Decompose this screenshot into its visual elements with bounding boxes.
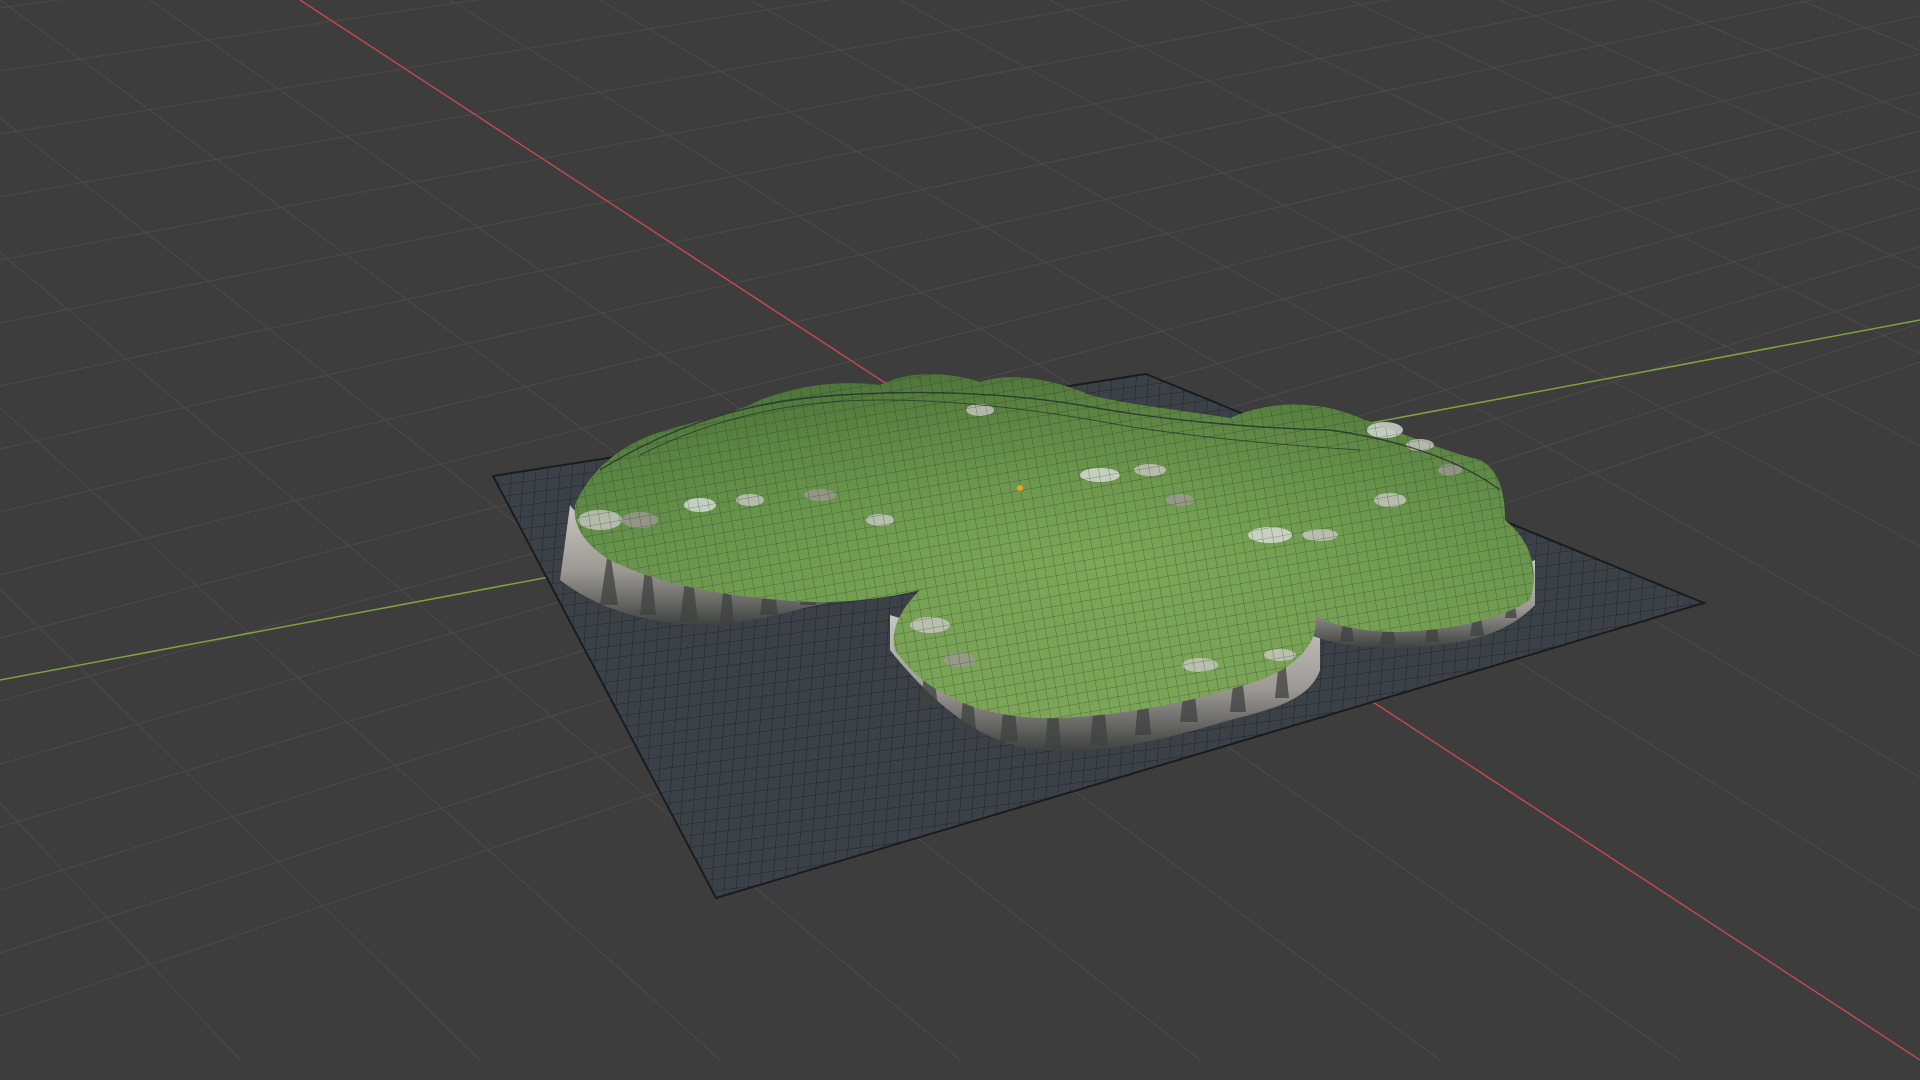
object-origin-marker[interactable] xyxy=(1017,485,1023,491)
3d-viewport[interactable] xyxy=(0,0,1920,1080)
viewport-scene[interactable] xyxy=(0,0,1920,1080)
